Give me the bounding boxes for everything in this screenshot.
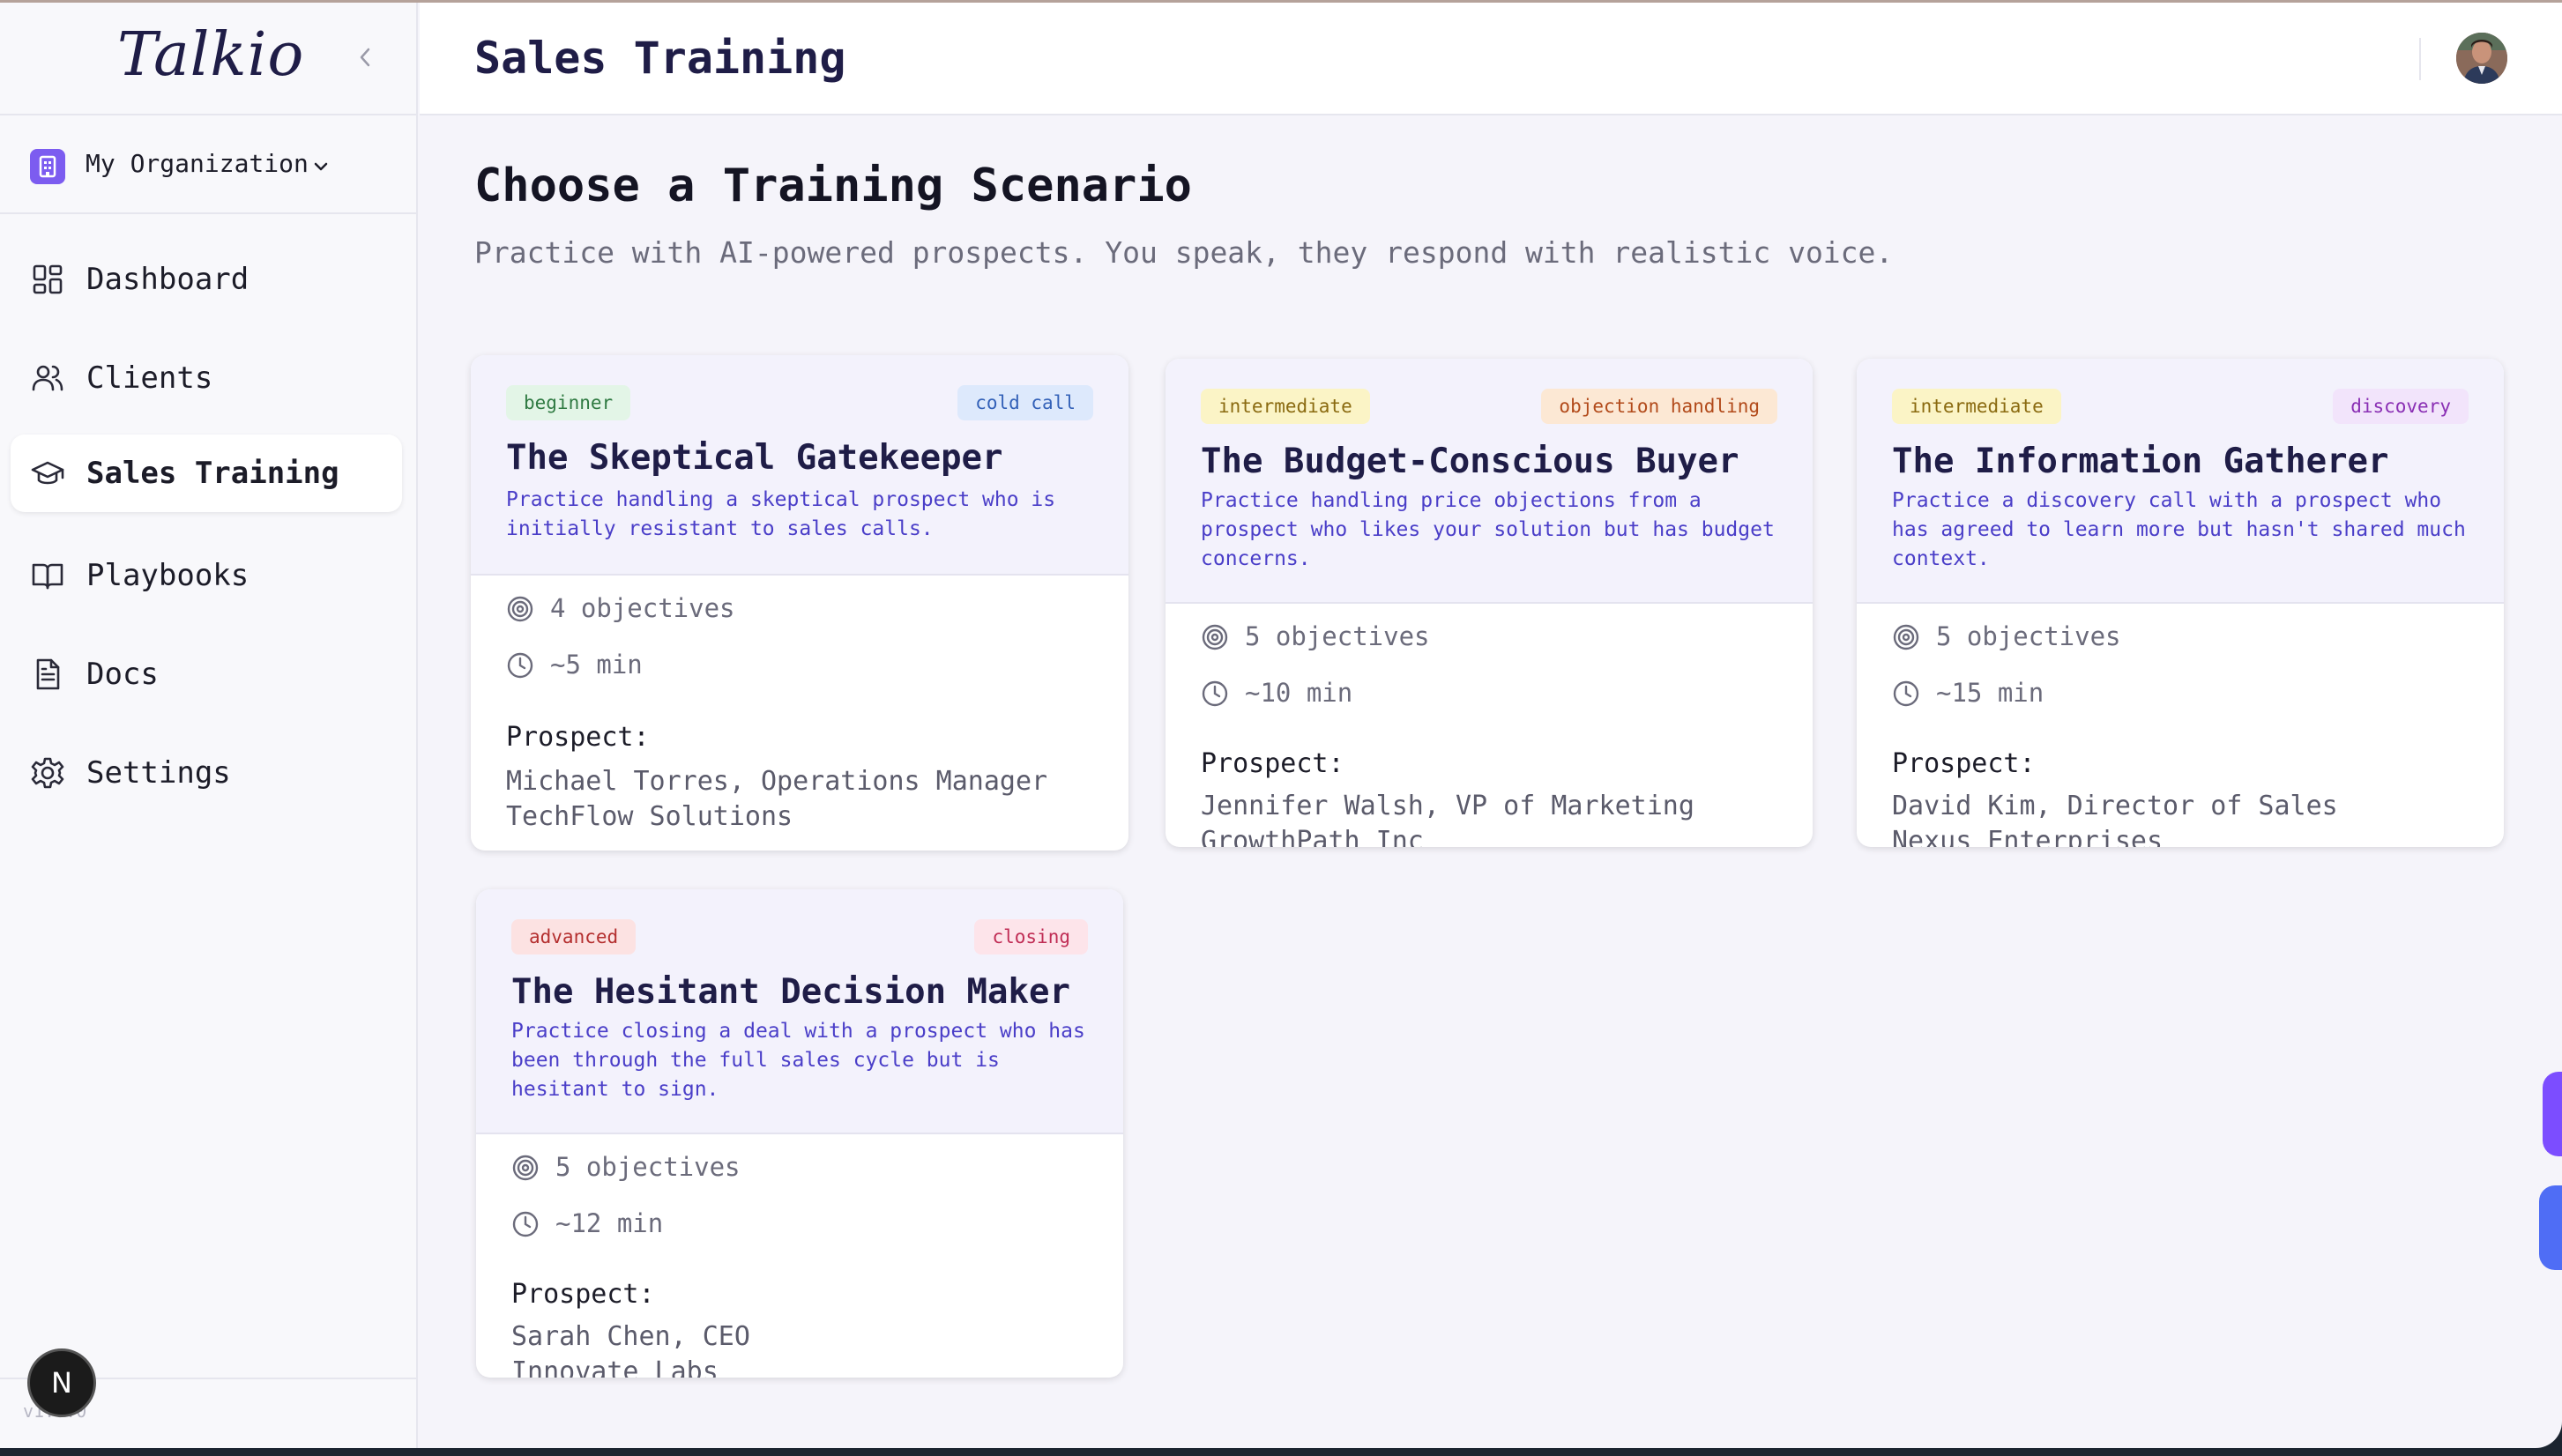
prospect-name: Sarah Chen, CEO	[511, 1321, 750, 1352]
card-header: intermediate objection handling The Budg…	[1166, 359, 1813, 604]
dashboard-icon	[33, 264, 63, 294]
prospect-name: Jennifer Walsh, VP of Marketing	[1201, 791, 1694, 821]
sidebar-item-label: Sales Training	[86, 456, 339, 491]
sidebar-item-label: Docs	[86, 657, 159, 692]
org-name: My Organization	[86, 149, 309, 178]
floating-chat-button[interactable]	[2539, 1185, 2562, 1270]
category-badge: objection handling	[1541, 389, 1777, 424]
card-description: Practice handling price objections from …	[1201, 489, 1775, 570]
card-title: The Information Gatherer	[1892, 442, 2389, 481]
graduation-cap-icon	[31, 461, 64, 485]
prospect-label: Prospect:	[506, 722, 650, 753]
category-badge: discovery	[2333, 389, 2469, 424]
brand-row: Talkio	[0, 3, 416, 115]
card-description: Practice closing a deal with a prospect …	[511, 1020, 1085, 1101]
prospect-name: David Kim, Director of Sales	[1892, 791, 2338, 821]
target-icon	[507, 596, 533, 622]
duration-text: ~10 min	[1245, 678, 1353, 708]
sidebar-item-label: Dashboard	[86, 262, 249, 297]
objectives-text: 5 objectives	[555, 1152, 741, 1182]
clock-icon	[512, 1211, 539, 1237]
chevron-down-icon	[314, 162, 328, 171]
gear-icon	[31, 757, 64, 789]
clock-icon	[1893, 680, 1919, 707]
sidebar: Talkio My Organization Dashboard Clients…	[0, 3, 418, 1448]
users-icon	[32, 365, 63, 391]
prospect-label: Prospect:	[1201, 748, 1344, 779]
prospect-name: Michael Torres, Operations Manager	[506, 766, 1048, 797]
duration-text: ~12 min	[555, 1208, 664, 1238]
card-description: Practice a discovery call with a prospec…	[1892, 489, 2466, 570]
card-title: The Budget-Conscious Buyer	[1201, 442, 1739, 481]
sidebar-item-dashboard[interactable]: Dashboard	[11, 241, 402, 318]
book-open-icon	[32, 563, 63, 590]
target-icon	[512, 1155, 539, 1181]
level-badge: advanced	[511, 919, 637, 955]
avatar-image	[2456, 33, 2507, 84]
header-divider	[2419, 38, 2421, 80]
sidebar-item-label: Clients	[86, 360, 213, 396]
card-title: The Hesitant Decision Maker	[511, 972, 1070, 1012]
category-badge: closing	[974, 919, 1088, 955]
app-window: Talkio My Organization Dashboard Clients…	[0, 0, 2562, 1448]
clock-icon	[507, 652, 533, 679]
dev-tools-badge[interactable]: N	[27, 1348, 96, 1417]
scenario-card-hesitant-decision-maker[interactable]: advanced closing The Hesitant Decision M…	[476, 889, 1123, 1378]
building-icon	[30, 149, 65, 184]
scenario-card-information-gatherer[interactable]: intermediate discovery The Information G…	[1857, 359, 2504, 847]
sidebar-item-docs[interactable]: Docs	[11, 635, 402, 713]
scenario-card-budget-conscious-buyer[interactable]: intermediate objection handling The Budg…	[1166, 359, 1813, 847]
target-icon	[1893, 624, 1919, 650]
file-text-icon	[36, 658, 60, 690]
target-icon	[1202, 624, 1228, 650]
top-header: Sales Training	[420, 3, 2562, 115]
floating-action-button[interactable]	[2543, 1072, 2562, 1156]
objectives-text: 5 objectives	[1936, 621, 2121, 651]
main-content: Choose a Training Scenario Practice with…	[420, 115, 2562, 1448]
prospect-company: GrowthPath Inc	[1201, 826, 1424, 847]
objectives-text: 4 objectives	[550, 593, 735, 623]
card-description: Practice handling a skeptical prospect w…	[506, 488, 1056, 540]
level-badge: intermediate	[1892, 389, 2061, 424]
sidebar-item-label: Settings	[86, 755, 231, 791]
sidebar-item-settings[interactable]: Settings	[11, 734, 402, 812]
section-heading: Choose a Training Scenario	[474, 160, 1192, 212]
sidebar-item-clients[interactable]: Clients	[11, 339, 402, 417]
card-title: The Skeptical Gatekeeper	[506, 438, 1003, 478]
card-header: intermediate discovery The Information G…	[1857, 359, 2504, 604]
sidebar-item-label: Playbooks	[86, 558, 249, 593]
prospect-company: Innovate Labs	[511, 1356, 719, 1378]
sidebar-item-sales-training[interactable]: Sales Training	[11, 435, 402, 512]
prospect-label: Prospect:	[511, 1279, 655, 1310]
clock-icon	[1202, 680, 1228, 707]
duration-text: ~15 min	[1936, 678, 2044, 708]
sidebar-item-playbooks[interactable]: Playbooks	[11, 537, 402, 614]
chevron-left-icon[interactable]	[353, 41, 377, 73]
scenario-card-skeptical-gatekeeper[interactable]: beginner cold call The Skeptical Gatekee…	[471, 355, 1128, 851]
prospect-company: Nexus Enterprises	[1892, 826, 2164, 847]
prospect-label: Prospect:	[1892, 748, 2036, 779]
category-badge: cold call	[957, 385, 1093, 420]
level-badge: intermediate	[1201, 389, 1370, 424]
user-avatar[interactable]	[2456, 33, 2507, 84]
card-header: beginner cold call The Skeptical Gatekee…	[471, 355, 1128, 576]
duration-text: ~5 min	[550, 650, 643, 680]
brand-logo: Talkio	[117, 20, 305, 90]
level-badge: beginner	[506, 385, 631, 420]
section-subheading: Practice with AI-powered prospects. You …	[474, 235, 1894, 270]
prospect-company: TechFlow Solutions	[506, 801, 793, 832]
objectives-text: 5 objectives	[1245, 621, 1430, 651]
page-title: Sales Training	[474, 33, 846, 84]
card-header: advanced closing The Hesitant Decision M…	[476, 889, 1123, 1134]
org-switcher[interactable]: My Organization	[0, 115, 416, 214]
